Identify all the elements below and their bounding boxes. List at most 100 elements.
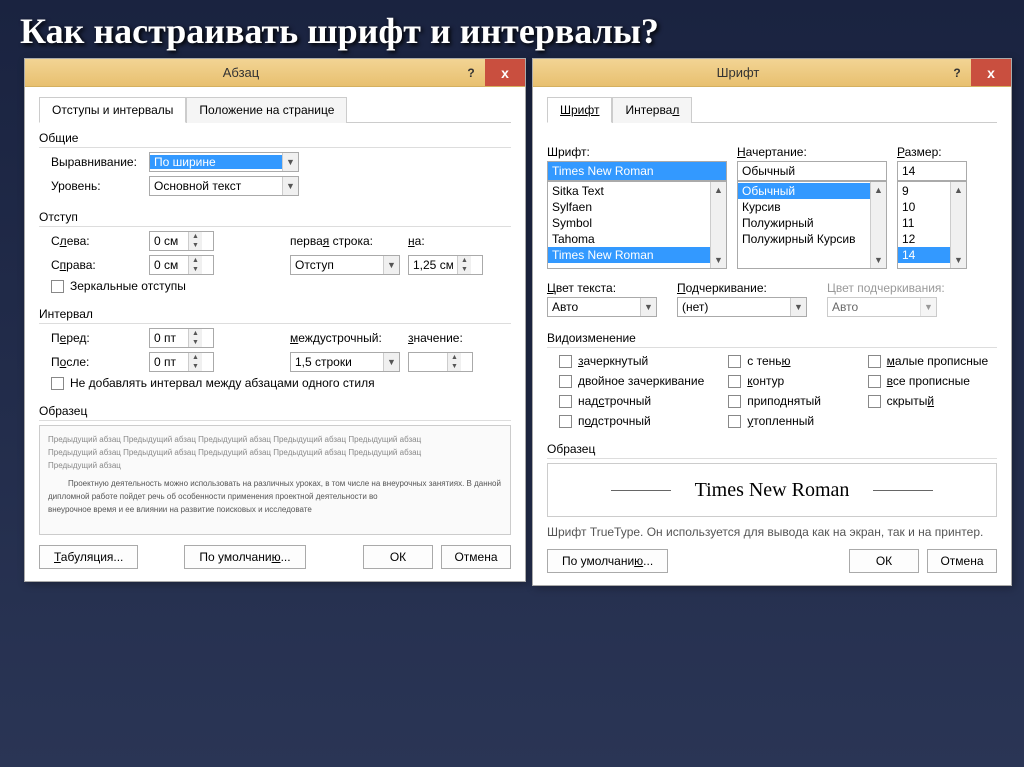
scroll-down-icon[interactable]: ▼: [871, 252, 886, 268]
group-general: Общие: [39, 131, 511, 148]
preview-box: Предыдущий абзац Предыдущий абзац Предыд…: [39, 425, 511, 535]
effect-strikethrough[interactable]: зачеркнутый: [559, 354, 708, 368]
effect-double-strike[interactable]: двойное зачеркивание: [559, 374, 708, 388]
font-info-text: Шрифт TrueType. Он используется для выво…: [547, 525, 997, 539]
line-spacing-at-input[interactable]: [409, 353, 447, 371]
font-dialog: Шрифт ? x Шрифт Интервал Шрифт: Sitka Te…: [532, 58, 1012, 586]
tab-spacing[interactable]: Интервал: [612, 97, 692, 123]
effect-outline[interactable]: контур: [728, 374, 847, 388]
default-button[interactable]: По умолчанию...: [547, 549, 668, 573]
scroll-up-icon[interactable]: ▲: [711, 182, 726, 198]
spacing-before-input[interactable]: [150, 329, 188, 347]
page-title: Как настраивать шрифт и интервалы?: [0, 0, 1024, 62]
font-style-input[interactable]: [737, 161, 887, 181]
alignment-combo[interactable]: По ширине ▼: [149, 152, 299, 172]
tab-indent-spacing[interactable]: Отступы и интервалы: [39, 97, 186, 123]
spacing-before-label: Перед:: [51, 331, 141, 345]
paragraph-dialog: Абзац ? x Отступы и интервалы Положение …: [24, 58, 526, 582]
at-label: значение:: [408, 331, 468, 345]
font-size-input[interactable]: [897, 161, 967, 181]
spin-up-icon[interactable]: ▲: [448, 353, 461, 362]
default-button[interactable]: По умолчанию...: [184, 545, 305, 569]
indent-right-label: Справа:: [51, 258, 141, 272]
spacing-after-label: После:: [51, 355, 141, 369]
tab-font[interactable]: Шрифт: [547, 97, 612, 123]
effect-hidden[interactable]: скрытый: [868, 394, 997, 408]
font-name-label: Шрифт:: [547, 145, 727, 159]
line-spacing-combo[interactable]: 1,5 строки ▼: [290, 352, 400, 372]
font-style-label: Начертание:: [737, 145, 887, 159]
underline-color-combo: Авто ▼: [827, 297, 937, 317]
effect-shadow[interactable]: с тенью: [728, 354, 847, 368]
chevron-down-icon[interactable]: ▼: [383, 256, 399, 274]
chevron-down-icon[interactable]: ▼: [282, 177, 298, 195]
indent-left-label: Слева:: [51, 234, 141, 248]
ok-button[interactable]: ОК: [849, 549, 919, 573]
spin-down-icon[interactable]: ▼: [448, 362, 461, 371]
chevron-down-icon: ▼: [920, 298, 936, 316]
spin-down-icon[interactable]: ▼: [189, 338, 202, 347]
help-button[interactable]: ?: [943, 59, 971, 86]
indent-right-input[interactable]: [150, 256, 188, 274]
font-name-list[interactable]: Sitka Text Sylfaen Symbol Tahoma Times N…: [547, 181, 727, 269]
chevron-down-icon[interactable]: ▼: [282, 153, 298, 171]
spin-up-icon[interactable]: ▲: [189, 256, 202, 265]
effect-engrave[interactable]: утопленный: [728, 414, 847, 428]
spin-down-icon[interactable]: ▼: [458, 265, 471, 274]
spin-up-icon[interactable]: ▲: [189, 232, 202, 241]
level-combo[interactable]: Основной текст ▼: [149, 176, 299, 196]
chevron-down-icon[interactable]: ▼: [790, 298, 806, 316]
effect-emboss[interactable]: приподнятый: [728, 394, 847, 408]
chevron-down-icon[interactable]: ▼: [640, 298, 656, 316]
ok-button[interactable]: ОК: [363, 545, 433, 569]
scroll-down-icon[interactable]: ▼: [711, 252, 726, 268]
scroll-up-icon[interactable]: ▲: [871, 182, 886, 198]
group-indent: Отступ: [39, 210, 511, 227]
alignment-label: Выравнивание:: [51, 155, 141, 169]
effect-subscript[interactable]: подстрочный: [559, 414, 708, 428]
underline-combo[interactable]: (нет) ▼: [677, 297, 807, 317]
scroll-down-icon[interactable]: ▼: [951, 252, 966, 268]
indent-left-input[interactable]: [150, 232, 188, 250]
effect-small-caps[interactable]: малые прописные: [868, 354, 997, 368]
cancel-button[interactable]: Отмена: [441, 545, 511, 569]
text-color-label: Цвет текста:: [547, 281, 657, 295]
indent-right-spinner[interactable]: ▲▼: [149, 255, 214, 275]
indent-left-spinner[interactable]: ▲▼: [149, 231, 214, 251]
spin-up-icon[interactable]: ▲: [189, 329, 202, 338]
scroll-up-icon[interactable]: ▲: [951, 182, 966, 198]
spin-down-icon[interactable]: ▼: [189, 241, 202, 250]
first-line-combo[interactable]: Отступ ▼: [290, 255, 400, 275]
spin-up-icon[interactable]: ▲: [189, 353, 202, 362]
mirror-indents-checkbox[interactable]: Зеркальные отступы: [51, 279, 186, 293]
close-button[interactable]: x: [971, 59, 1011, 86]
spin-up-icon[interactable]: ▲: [458, 256, 471, 265]
font-size-label: Размер:: [897, 145, 967, 159]
spacing-before-spinner[interactable]: ▲▼: [149, 328, 214, 348]
tabs-button[interactable]: Табуляция...: [39, 545, 138, 569]
level-label: Уровень:: [51, 179, 141, 193]
font-style-list[interactable]: Обычный Курсив Полужирный Полужирный Кур…: [737, 181, 887, 269]
sample-text: Times New Roman: [695, 479, 850, 502]
dont-add-space-checkbox[interactable]: Не добавлять интервал между абзацами одн…: [51, 376, 375, 390]
sample-box: Times New Roman: [547, 463, 997, 517]
first-line-by-spinner[interactable]: ▲▼: [408, 255, 483, 275]
tab-position[interactable]: Положение на странице: [186, 97, 347, 123]
first-line-label: первая строка:: [290, 234, 400, 248]
chevron-down-icon[interactable]: ▼: [383, 353, 399, 371]
text-color-combo[interactable]: Авто ▼: [547, 297, 657, 317]
spacing-after-spinner[interactable]: ▲▼: [149, 352, 214, 372]
spin-down-icon[interactable]: ▼: [189, 265, 202, 274]
cancel-button[interactable]: Отмена: [927, 549, 997, 573]
by-label: на:: [408, 234, 438, 248]
effect-all-caps[interactable]: все прописные: [868, 374, 997, 388]
spacing-after-input[interactable]: [150, 353, 188, 371]
close-button[interactable]: x: [485, 59, 525, 86]
font-size-list[interactable]: 9 10 11 12 14 ▲▼: [897, 181, 967, 269]
spin-down-icon[interactable]: ▼: [189, 362, 202, 371]
first-line-by-input[interactable]: [409, 256, 457, 274]
line-spacing-at-spinner[interactable]: ▲▼: [408, 352, 473, 372]
help-button[interactable]: ?: [457, 59, 485, 86]
effect-superscript[interactable]: надстрочный: [559, 394, 708, 408]
font-name-input[interactable]: [547, 161, 727, 181]
